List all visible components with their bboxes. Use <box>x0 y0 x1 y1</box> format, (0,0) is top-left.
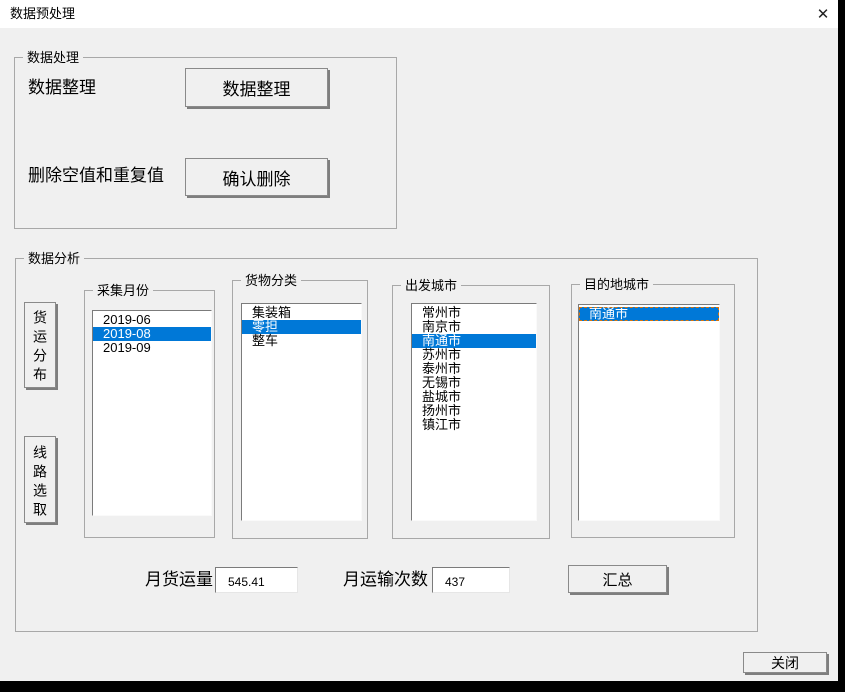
trip-count-field[interactable] <box>432 567 510 593</box>
list-item[interactable]: 集装箱 <box>242 306 361 320</box>
list-item[interactable]: 无锡市 <box>412 376 536 390</box>
list-item[interactable]: 盐城市 <box>412 390 536 404</box>
list-item[interactable]: 整车 <box>242 334 361 348</box>
list-item[interactable]: 2019-09 <box>93 341 211 355</box>
trip-count-label: 月运输次数 <box>343 571 428 589</box>
dest-city-group: 目的地城市 南通市 <box>571 284 735 538</box>
freight-distribution-button[interactable]: 货运分布 <box>24 302 56 388</box>
list-item[interactable]: 扬州市 <box>412 404 536 418</box>
summary-button[interactable]: 汇总 <box>568 565 667 593</box>
list-item[interactable]: 镇江市 <box>412 418 536 432</box>
collect-month-listbox[interactable]: 2019-06 2019-08 2019-09 <box>92 310 212 516</box>
list-item-selected[interactable]: 零担 <box>242 320 361 334</box>
data-processing-group: 数据处理 数据整理 数据整理 删除空值和重复值 确认删除 <box>14 57 397 229</box>
organize-label: 数据整理 <box>28 79 96 97</box>
organize-button[interactable]: 数据整理 <box>185 68 328 107</box>
collect-month-group: 采集月份 2019-06 2019-08 2019-09 <box>84 290 215 538</box>
list-item-selected[interactable]: 2019-08 <box>93 327 211 341</box>
close-dialog-button[interactable]: 关闭 <box>743 652 827 673</box>
list-item-selected[interactable]: 南通市 <box>412 334 536 348</box>
titlebar: 数据预处理 ✕ <box>0 0 838 28</box>
origin-city-listbox[interactable]: 常州市 南京市 南通市 苏州市 泰州市 无锡市 盐城市 扬州市 镇江市 <box>411 303 537 521</box>
origin-city-caption: 出发城市 <box>401 278 461 293</box>
data-analysis-caption: 数据分析 <box>24 251 84 266</box>
data-analysis-group: 数据分析 货运分布 线路选取 采集月份 2019-06 2019-08 2019… <box>15 258 758 632</box>
confirm-delete-button[interactable]: 确认删除 <box>185 158 328 196</box>
cargo-type-group: 货物分类 集装箱 零担 整车 <box>232 280 368 539</box>
dialog-window: 数据预处理 ✕ 数据处理 数据整理 数据整理 删除空值和重复值 确认删除 数据分… <box>0 0 838 681</box>
data-processing-caption: 数据处理 <box>23 50 83 65</box>
close-icon[interactable]: ✕ <box>811 3 835 25</box>
delete-nulls-label: 删除空值和重复值 <box>28 167 164 185</box>
list-item[interactable]: 泰州市 <box>412 362 536 376</box>
freight-volume-label: 月货运量 <box>145 571 213 589</box>
dest-city-caption: 目的地城市 <box>580 277 653 292</box>
list-item-selected[interactable]: 南通市 <box>579 307 719 321</box>
list-item[interactable]: 苏州市 <box>412 348 536 362</box>
list-item[interactable]: 常州市 <box>412 306 536 320</box>
freight-volume-field[interactable] <box>215 567 298 593</box>
collect-month-caption: 采集月份 <box>93 283 153 298</box>
window-title: 数据预处理 <box>10 7 75 21</box>
dest-city-listbox[interactable]: 南通市 <box>578 304 720 521</box>
route-select-button[interactable]: 线路选取 <box>24 436 56 523</box>
origin-city-group: 出发城市 常州市 南京市 南通市 苏州市 泰州市 无锡市 盐城市 扬州市 镇江市 <box>392 285 550 539</box>
list-item[interactable]: 2019-06 <box>93 313 211 327</box>
list-item[interactable]: 南京市 <box>412 320 536 334</box>
cargo-type-caption: 货物分类 <box>241 273 301 288</box>
cargo-type-listbox[interactable]: 集装箱 零担 整车 <box>241 303 362 521</box>
